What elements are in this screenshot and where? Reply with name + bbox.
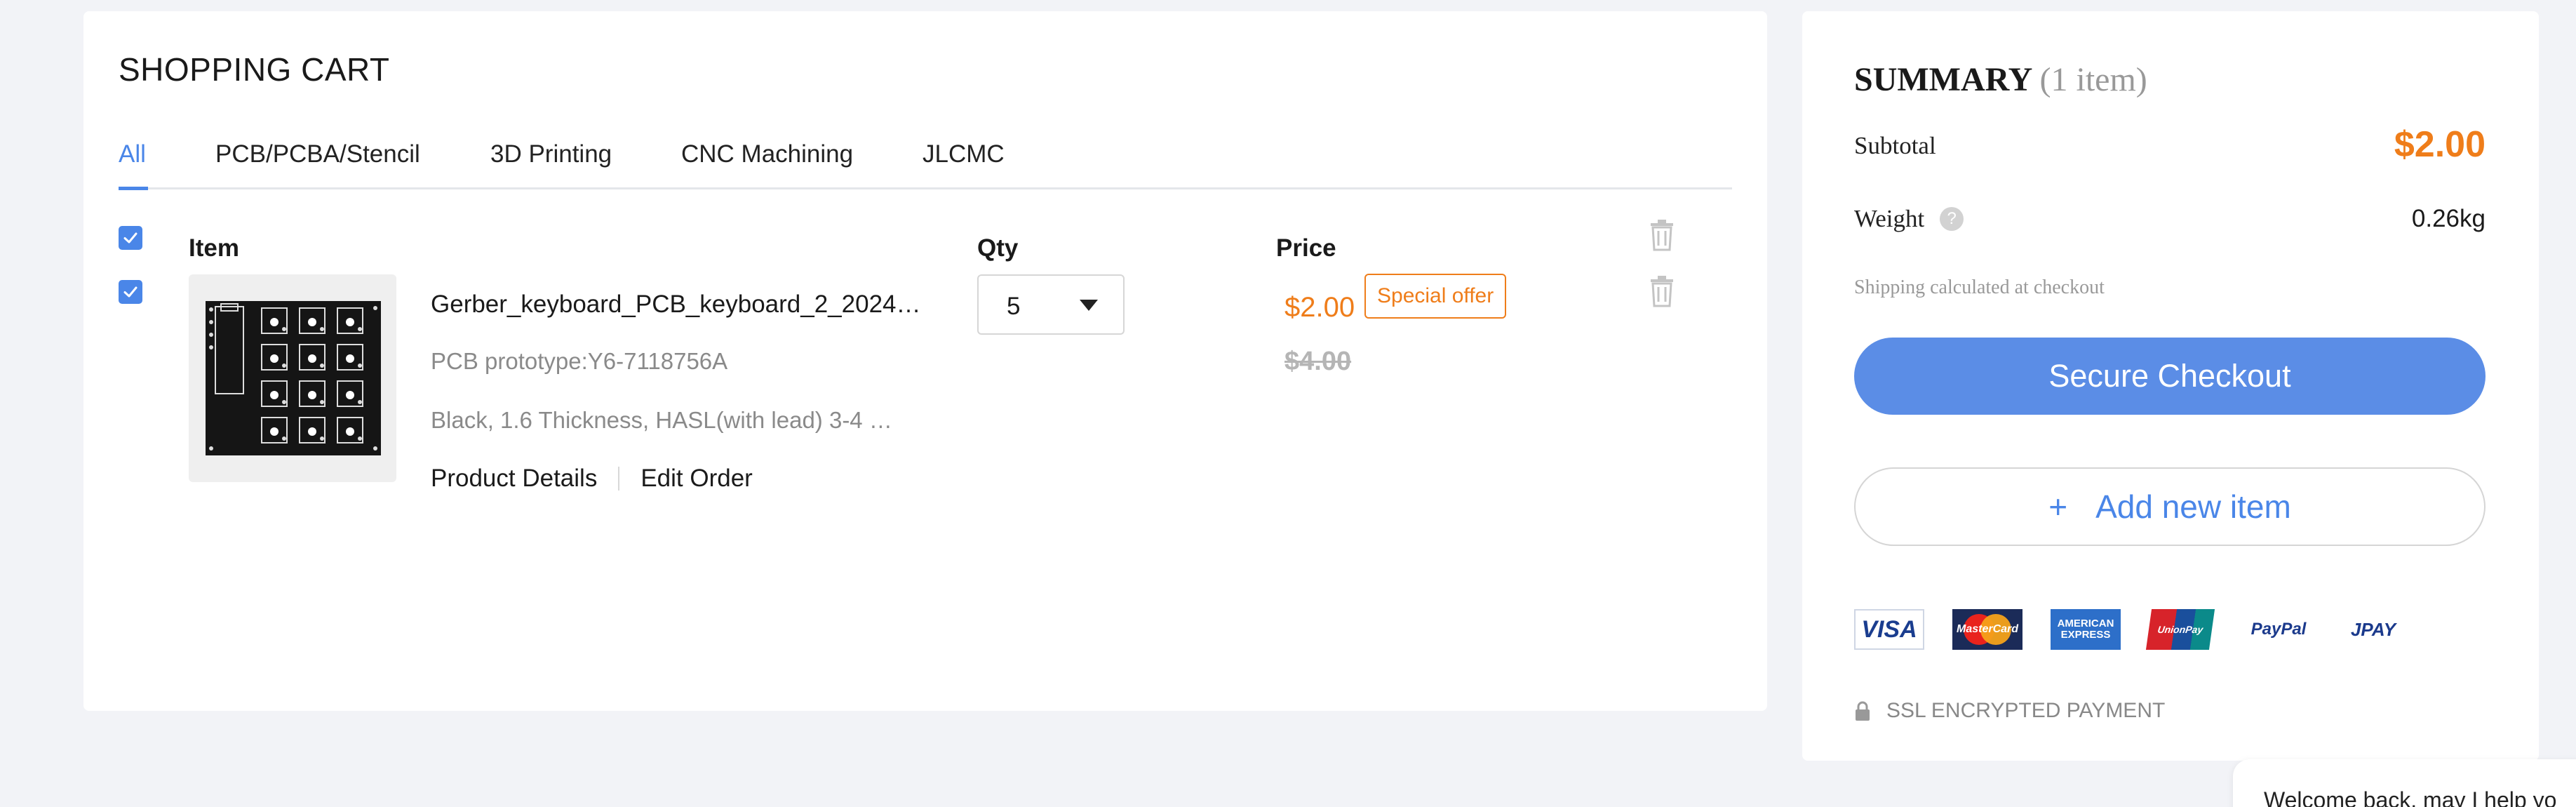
unionpay-logo: UnionPay [2145,609,2215,650]
order-summary-panel: SUMMARY (1 item) Subtotal $2.00 Weight ?… [1802,11,2539,761]
quantity-value: 5 [1007,293,1021,320]
summary-item-count: (1 item) [2039,61,2147,98]
column-header-qty: Qty [977,234,1019,262]
item-name-link[interactable]: Gerber_keyboard_PCB_keyboard_2_2024… [431,291,921,319]
active-tab-indicator [119,187,148,190]
special-offer-badge: Special offer [1364,274,1507,319]
subtotal-value: $2.00 [2394,124,2486,165]
item-actions: Product Details Edit Order [431,465,753,493]
chevron-down-icon [1080,300,1098,311]
tab-pcb-pcba-stencil[interactable]: PCB/PCBA/Stencil [215,140,420,168]
chat-welcome-text: Welcome back, may I help yo [2264,787,2557,807]
subtotal-label: Subtotal [1854,132,1936,159]
cart-title: SHOPPING CART [119,51,390,88]
shipping-note: Shipping calculated at checkout [1854,276,2105,298]
divider [618,467,620,491]
tab-all[interactable]: All [119,140,146,168]
mastercard-logo: MasterCard [1952,609,2022,650]
ssl-encrypted-payment: SSL ENCRYPTED PAYMENT [1854,699,2165,723]
item-order-number: PCB prototype:Y6-7118756A [431,348,728,374]
paypal-logo: PayPal [2250,620,2307,639]
question-icon[interactable]: ? [1940,207,1964,231]
ssl-label: SSL ENCRYPTED PAYMENT [1886,699,2166,722]
chat-welcome-bubble[interactable]: Welcome back, may I help yo [2233,759,2576,807]
weight-label: Weight [1854,205,1925,232]
visa-logo: VISA [1854,609,1924,650]
tab-cnc-machining[interactable]: CNC Machining [681,140,853,168]
item-price: $2.00 [1284,292,1355,323]
edit-order-link[interactable]: Edit Order [640,465,753,493]
item-checkbox[interactable] [119,280,142,304]
quantity-select[interactable]: 5 [977,274,1125,335]
secure-checkout-button[interactable]: Secure Checkout [1854,338,2486,415]
pcb-image [206,301,381,455]
jpay-logo: JPAY [2350,618,2396,640]
weight-value: 0.26kg [2411,205,2486,232]
tab-3d-printing[interactable]: 3D Printing [490,140,612,168]
column-header-price: Price [1276,234,1336,262]
column-header-item: Item [189,234,239,262]
shopping-cart-panel: SHOPPING CART All PCB/PCBA/Stencil 3D Pr… [83,11,1767,711]
plus-icon: + [2048,488,2068,525]
checkmark-icon [123,232,137,244]
select-all-checkbox[interactable] [119,226,142,250]
add-new-item-button[interactable]: + Add new item [1854,467,2486,546]
summary-title: SUMMARY (1 item) [1854,60,2147,99]
item-original-price: $4.00 [1284,347,1352,376]
checkmark-icon [123,286,137,298]
tab-jlcmc[interactable]: JLCMC [923,140,1005,168]
category-tabs: All PCB/PCBA/Stencil 3D Printing CNC Mac… [119,116,1732,190]
add-new-item-label: Add new item [2095,488,2291,525]
item-specifications: Black, 1.6 Thickness, HASL(with lead) 3-… [431,407,892,433]
delete-all-trash-icon[interactable] [1648,219,1676,251]
summary-heading: SUMMARY [1854,61,2032,98]
delete-item-trash-icon[interactable] [1648,275,1676,307]
weight-row-label: Weight ? [1854,205,1964,233]
product-details-link[interactable]: Product Details [431,465,597,493]
lock-icon [1856,701,1870,721]
pcb-thumbnail-image[interactable] [189,274,396,482]
american-express-logo: AMERICAN EXPRESS [2051,609,2121,650]
